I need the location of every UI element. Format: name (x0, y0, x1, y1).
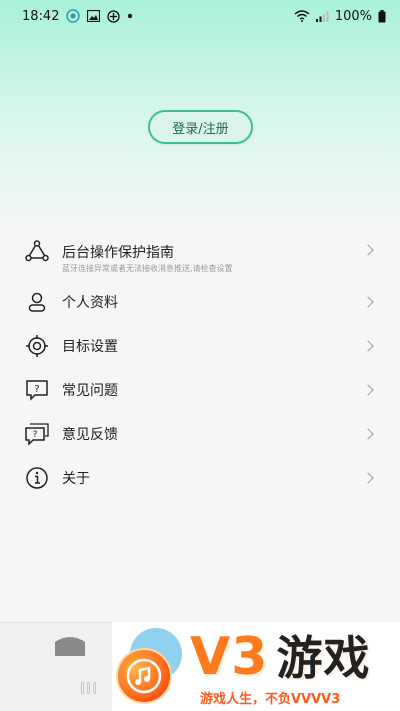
settings-menu: 后台操作保护指南 蓝牙连接异常或者无法接收消息推送,请检查设置 个人资料 目标设… (0, 228, 400, 500)
signal-icon (315, 11, 329, 22)
watermark-brand-b: 游戏 (276, 631, 371, 685)
menu-label: 意见反馈 (62, 427, 118, 443)
question-bubble-icon: ? (24, 377, 50, 403)
target-icon (24, 333, 50, 359)
menu-item-faq[interactable]: ? 常见问题 (0, 368, 400, 412)
menu-item-about[interactable]: 关于 (0, 456, 400, 500)
menu-item-feedback[interactable]: ? 意见反馈 (0, 412, 400, 456)
image-icon (87, 10, 101, 22)
status-right: 100% (294, 9, 386, 24)
chevron-right-icon (362, 472, 374, 484)
watermark-slogan: 游戏人生，不负VVVV3 (200, 692, 341, 707)
watermark-title: V3 游戏 (190, 622, 370, 688)
status-bar: 18:42 100% (0, 0, 400, 32)
chevron-right-icon (362, 244, 374, 256)
app-notification-icon (66, 9, 81, 23)
watermark-brand-a: V3 (190, 627, 269, 687)
menu-label: 后台操作保护指南 (62, 245, 174, 261)
menu-label: 目标设置 (62, 339, 118, 355)
menu-item-background-protection[interactable]: 后台操作保护指南 蓝牙连接异常或者无法接收消息推送,请检查设置 (0, 228, 400, 280)
login-register-button[interactable]: 登录/注册 (148, 110, 253, 144)
chevron-right-icon (362, 428, 374, 440)
menu-label: 常见问题 (62, 383, 118, 399)
svg-text:?: ? (34, 384, 39, 395)
menu-item-goal-settings[interactable]: 目标设置 (0, 324, 400, 368)
status-time: 18:42 (22, 8, 60, 24)
info-icon (24, 465, 50, 491)
status-left: 18:42 (22, 9, 133, 24)
recent-apps-icon[interactable] (78, 680, 98, 696)
home-tab-icon[interactable] (50, 630, 90, 658)
menu-label: 个人资料 (62, 295, 118, 311)
menu-sublabel: 蓝牙连接异常或者无法接收消息推送,请检查设置 (62, 264, 233, 273)
watermark-music-logo-icon (116, 648, 172, 704)
battery-percent: 100% (334, 8, 372, 24)
dot-icon (128, 13, 133, 19)
sync-icon (107, 9, 121, 23)
feedback-bubble-icon: ? (24, 421, 50, 447)
chevron-right-icon (362, 296, 374, 308)
battery-icon (378, 9, 386, 22)
menu-label: 关于 (62, 471, 90, 487)
chevron-right-icon (362, 340, 374, 352)
chevron-right-icon (362, 384, 374, 396)
svg-text:?: ? (33, 430, 38, 440)
wifi-icon (294, 10, 310, 22)
person-icon (24, 289, 50, 315)
triangle-nodes-icon (24, 238, 50, 264)
menu-item-profile[interactable]: 个人资料 (0, 280, 400, 324)
